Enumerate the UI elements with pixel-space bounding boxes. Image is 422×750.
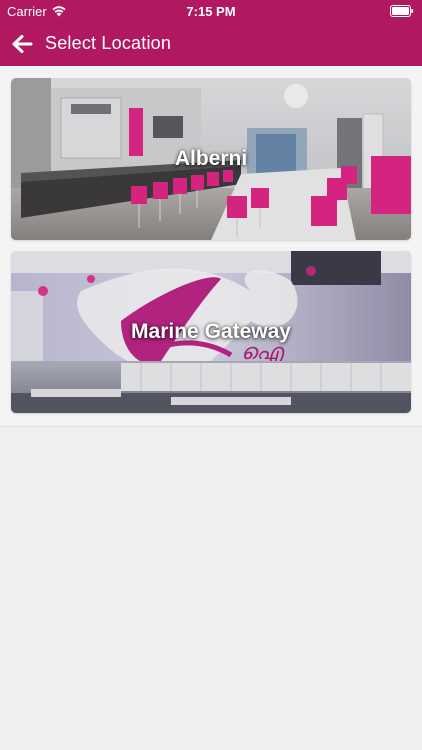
app-header: Carrier 7:15 PM Select Location bbox=[0, 0, 422, 66]
location-list: Alberni ഐ Marine Gateway bbox=[0, 66, 422, 427]
battery-icon bbox=[390, 5, 414, 17]
status-bar: Carrier 7:15 PM bbox=[0, 0, 422, 22]
back-button[interactable] bbox=[6, 28, 38, 60]
status-time: 7:15 PM bbox=[186, 4, 236, 19]
page-title: Select Location bbox=[45, 33, 172, 53]
location-name: Marine Gateway bbox=[131, 320, 291, 343]
navigation-bar: Select Location bbox=[0, 22, 422, 66]
location-card-alberni[interactable]: Alberni bbox=[11, 78, 411, 240]
location-name: Alberni bbox=[174, 147, 248, 170]
location-card-marine-gateway[interactable]: ഐ Marine Gateway bbox=[11, 251, 411, 413]
arrow-left-icon bbox=[12, 35, 33, 53]
